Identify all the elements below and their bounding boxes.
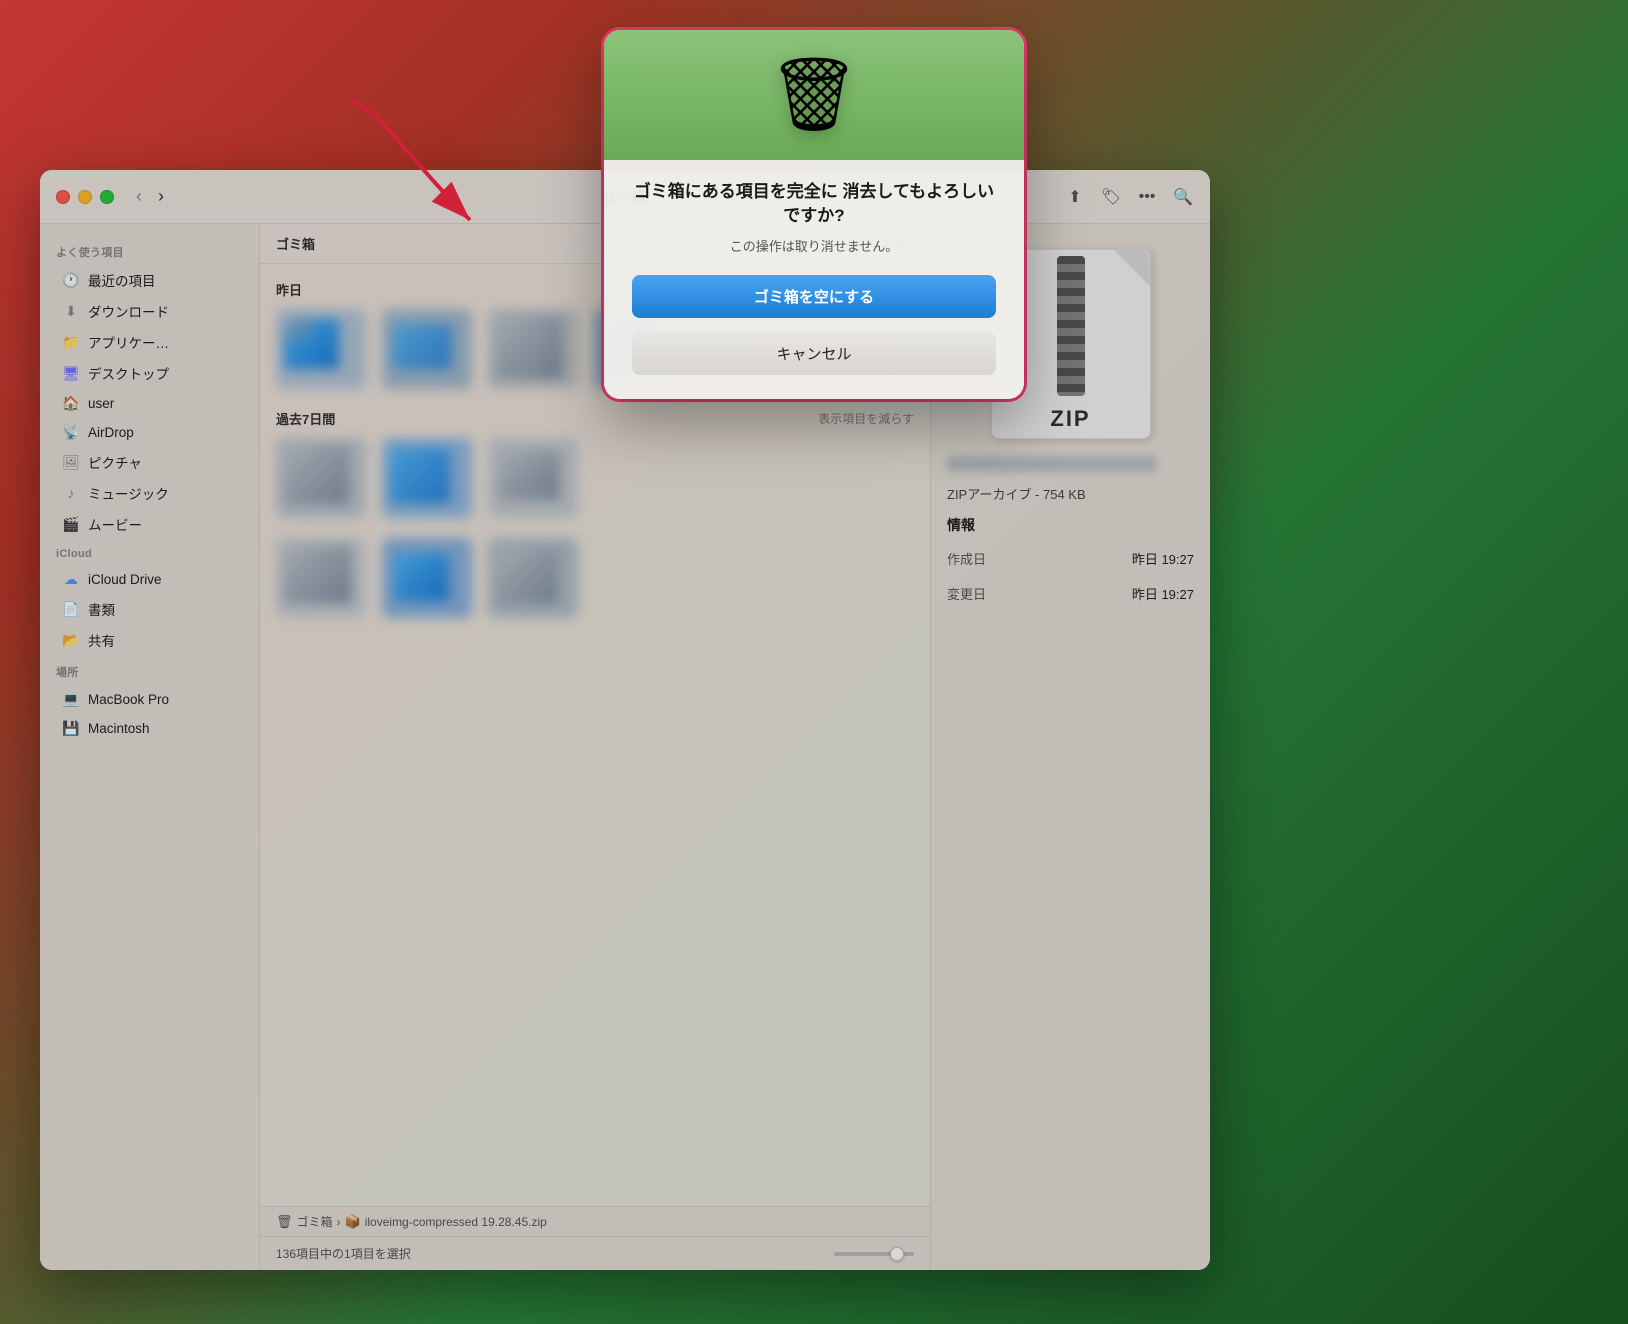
confirm-empty-trash-button[interactable]: ゴミ箱を空にする [632, 275, 996, 318]
confirmation-dialog: 🗑 ゴミ箱にある項目を完全に 消去してもよろしいですか? この操作は取り消せませ… [604, 30, 1024, 399]
dialog-body: ゴミ箱にある項目を完全に 消去してもよろしいですか? この操作は取り消せません。… [604, 160, 1024, 399]
trash-full-icon: 🗑 [768, 59, 859, 131]
dialog-overlay: 🗑 ゴミ箱にある項目を完全に 消去してもよろしいですか? この操作は取り消せませ… [0, 0, 1628, 1324]
cancel-button[interactable]: キャンセル [632, 332, 996, 375]
dialog-subtitle: この操作は取り消せません。 [730, 236, 899, 255]
dialog-title: ゴミ箱にある項目を完全に 消去してもよろしいですか? [632, 180, 996, 228]
arrow-annotation [320, 80, 560, 280]
dialog-header: 🗑 [604, 30, 1024, 160]
